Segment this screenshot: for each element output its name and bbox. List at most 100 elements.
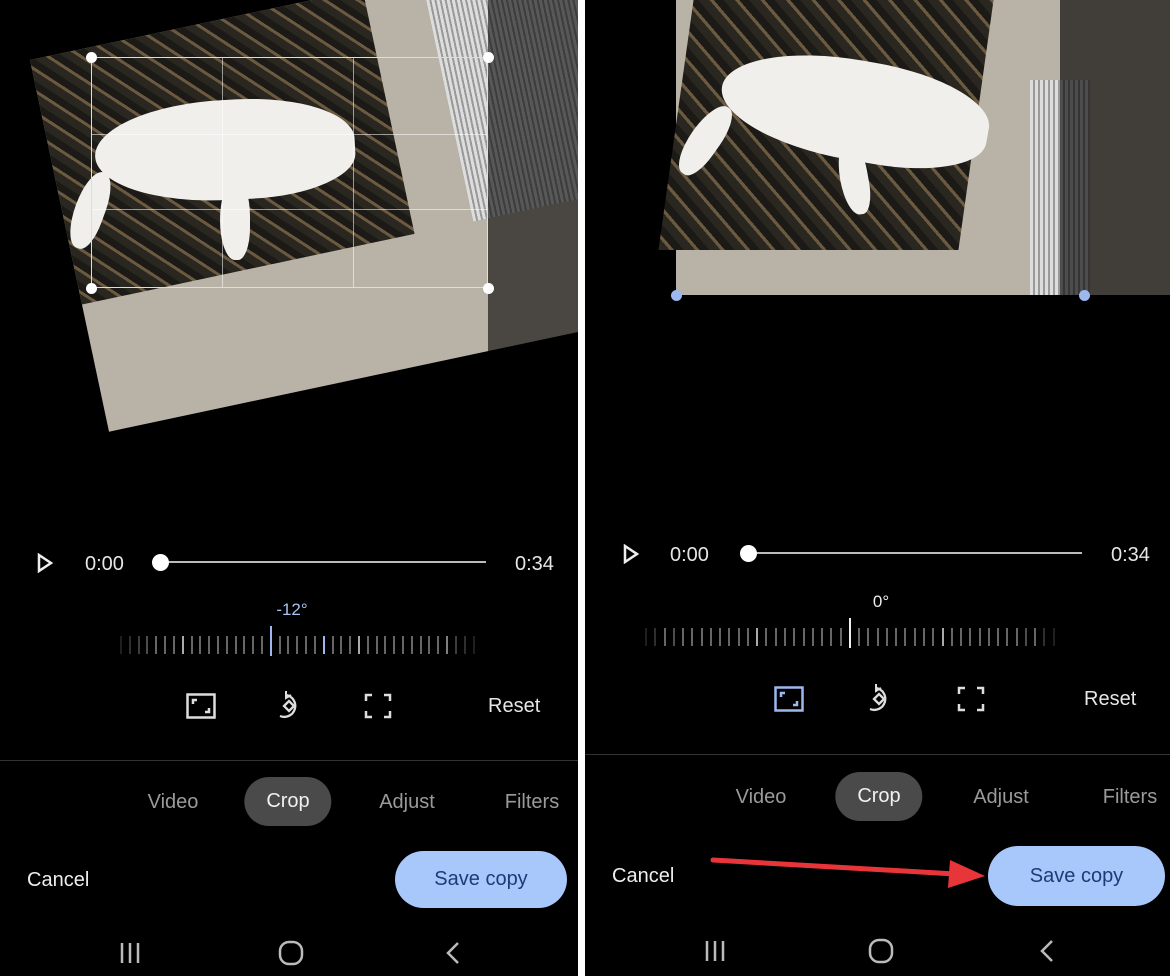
dial-tick (172, 636, 175, 654)
dial-tick (349, 636, 352, 654)
video-scrubber[interactable] (160, 561, 486, 563)
divider (0, 760, 578, 761)
crop-handle-top-right[interactable] (483, 52, 494, 63)
crop-handle-bottom-left[interactable] (671, 290, 682, 301)
dial-tick (978, 628, 981, 646)
dial-tick (190, 636, 193, 654)
dial-tick (269, 626, 272, 656)
dial-tick (876, 628, 879, 646)
scrubber-knob[interactable] (152, 554, 169, 571)
dial-tick (1034, 628, 1037, 646)
tab-video[interactable]: Video (736, 786, 787, 809)
free-crop-icon[interactable] (361, 689, 395, 723)
tab-filters[interactable]: Filters (505, 791, 559, 814)
crop-frame[interactable] (91, 57, 488, 288)
dial-tick (155, 636, 158, 654)
crop-handle-bottom-right[interactable] (483, 283, 494, 294)
dial-tick (199, 636, 202, 654)
rotation-value: -12° (276, 600, 308, 619)
dial-tick (802, 628, 805, 646)
tab-crop[interactable]: Crop (244, 777, 332, 826)
dial-tick (904, 628, 907, 646)
reset-button[interactable]: Reset (1084, 688, 1136, 711)
play-icon[interactable] (36, 552, 54, 578)
dial-tick (216, 636, 219, 654)
save-copy-button[interactable]: Save copy (395, 851, 567, 908)
dial-tick (234, 636, 237, 654)
save-copy-button[interactable]: Save copy (988, 846, 1165, 906)
dial-tick (783, 628, 786, 646)
tab-filters[interactable]: Filters (1103, 786, 1157, 809)
video-scrubber[interactable] (748, 552, 1082, 554)
recents-icon[interactable] (695, 931, 735, 971)
dial-tick (774, 628, 777, 646)
crop-frame[interactable] (676, 0, 1084, 295)
rotate-icon[interactable] (272, 689, 306, 723)
back-icon[interactable] (1027, 931, 1067, 971)
tab-adjust[interactable]: Adjust (973, 786, 1029, 809)
dial-tick (463, 636, 466, 654)
free-crop-icon[interactable] (954, 682, 988, 716)
dial-tick (375, 636, 378, 654)
dial-tick (322, 636, 325, 654)
dial-tick (1043, 628, 1046, 646)
dial-tick (357, 636, 360, 654)
dial-tick (164, 636, 167, 654)
dial-tick (987, 628, 990, 646)
dial-tick (950, 628, 953, 646)
dial-tick (287, 636, 290, 654)
divider (585, 754, 1170, 755)
dial-tick (737, 628, 740, 646)
dial-tick (969, 628, 972, 646)
tab-adjust[interactable]: Adjust (379, 791, 435, 814)
back-icon[interactable] (433, 933, 473, 973)
dial-tick (941, 628, 944, 646)
dial-tick (672, 628, 675, 646)
dial-tick (446, 636, 449, 654)
play-icon[interactable] (622, 543, 640, 569)
home-icon[interactable] (271, 933, 311, 973)
dial-tick (402, 636, 404, 654)
cancel-button[interactable]: Cancel (27, 869, 89, 892)
dial-tick (895, 628, 898, 646)
dial-tick (663, 628, 666, 646)
aspect-ratio-icon[interactable] (184, 689, 218, 723)
dial-tick (709, 628, 712, 646)
dial-tick (146, 636, 149, 654)
dial-tick (719, 628, 722, 646)
crop-handle-bottom-left[interactable] (86, 283, 97, 294)
dial-tick (384, 636, 387, 654)
dial-tick (137, 636, 140, 654)
time-end: 0:34 (1111, 544, 1150, 566)
dial-tick (645, 628, 647, 646)
dial-tick (756, 628, 759, 646)
tab-video[interactable]: Video (148, 791, 199, 814)
crop-handle-top-left[interactable] (86, 52, 97, 63)
dial-tick (225, 636, 228, 654)
dial-tick (437, 636, 440, 654)
rotate-icon[interactable] (862, 682, 896, 716)
dial-tick (821, 628, 824, 646)
dial-tick (252, 636, 255, 654)
dial-tick (296, 636, 299, 654)
rotation-dial[interactable] (120, 626, 475, 656)
dial-tick (858, 628, 861, 646)
recents-icon[interactable] (110, 933, 150, 973)
left-phone-screen: 0:00 0:34 -12° Reset Video Crop Adjust F… (0, 0, 578, 976)
reset-button[interactable]: Reset (488, 695, 540, 718)
crop-handle-bottom-right[interactable] (1079, 290, 1090, 301)
aspect-ratio-icon[interactable] (772, 682, 806, 716)
rotation-value: 0° (872, 592, 890, 611)
dial-tick (654, 628, 657, 646)
dial-tick (331, 636, 334, 654)
dial-tick (243, 636, 246, 654)
dial-tick (340, 636, 343, 654)
dial-tick (746, 628, 749, 646)
cancel-button[interactable]: Cancel (612, 865, 674, 888)
rotation-dial[interactable] (645, 618, 1055, 648)
dial-tick (208, 636, 211, 654)
tab-crop[interactable]: Crop (835, 772, 923, 821)
home-icon[interactable] (861, 931, 901, 971)
scrubber-knob[interactable] (740, 545, 757, 562)
dial-tick (278, 636, 281, 654)
